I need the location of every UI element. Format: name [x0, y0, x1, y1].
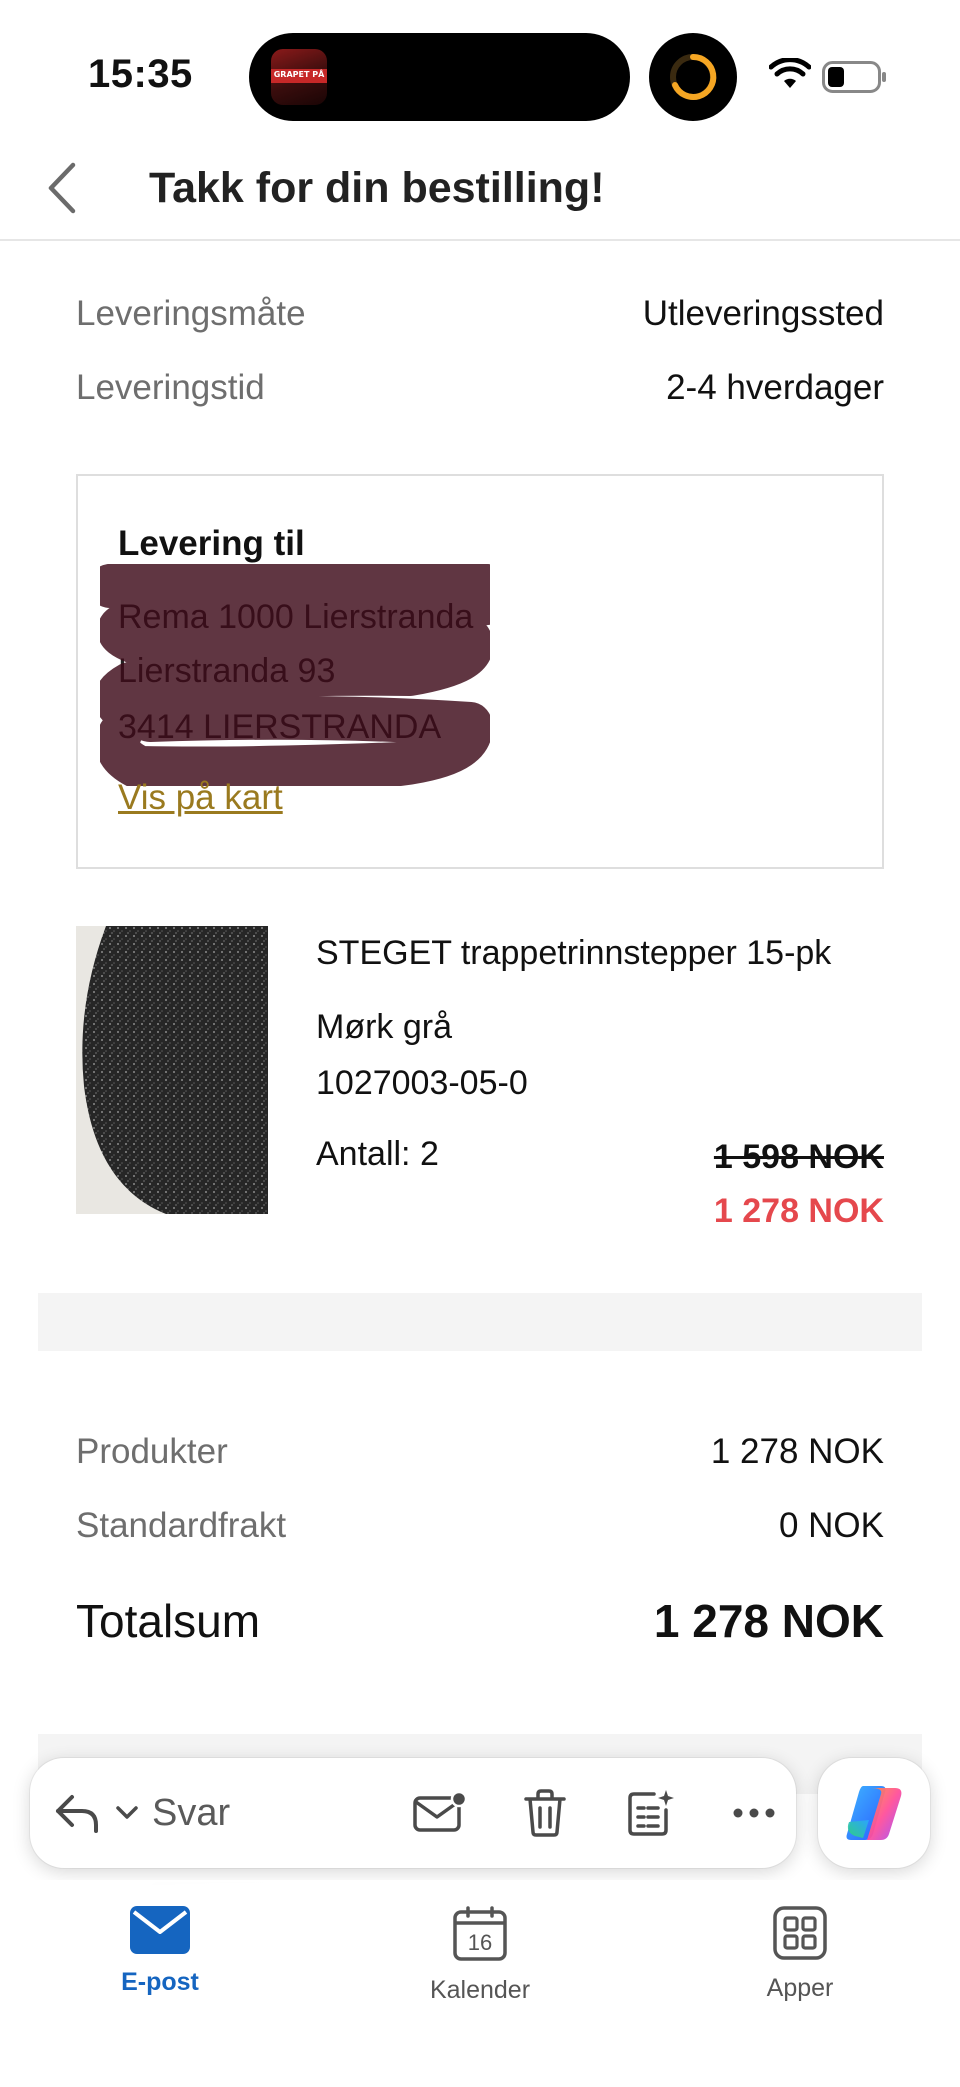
products-label: Produkter: [76, 1432, 228, 1471]
copilot-icon: [846, 1786, 902, 1840]
mail-icon: [130, 1906, 190, 1954]
live-activity-app-icon[interactable]: GRAPET PÅ: [271, 49, 327, 105]
delivery-time-row: Leveringstid 2-4 hverdager: [76, 368, 884, 408]
tab-email[interactable]: E-post: [60, 1906, 260, 1997]
reply-icon: [56, 1795, 98, 1833]
trash-icon: [524, 1789, 566, 1837]
delivery-time-label: Leveringstid: [76, 368, 265, 407]
calendar-icon: 16: [453, 1906, 507, 1961]
delivery-method-label: Leveringsmåte: [76, 294, 306, 333]
shipping-value: 0 NOK: [778, 1506, 884, 1545]
tab-calendar[interactable]: 16 Kalender: [380, 1906, 580, 2005]
delivery-time-value: 2-4 hverdager: [666, 368, 884, 407]
delivery-method-row: Leveringsmåte Utleveringssted: [76, 294, 884, 334]
product-name[interactable]: STEGET trappetrinnstepper 15-pk: [316, 934, 831, 973]
back-button[interactable]: [32, 158, 92, 218]
email-action-bar: Svar: [30, 1758, 796, 1868]
section-divider: [38, 1293, 922, 1351]
show-on-map-link[interactable]: Vis på kart: [118, 778, 283, 818]
dynamic-island: GRAPET PÅ: [249, 33, 630, 121]
summary-icon: [628, 1790, 674, 1836]
email-subject: Takk for din bestilling!: [149, 164, 605, 212]
more-button[interactable]: [714, 1758, 794, 1868]
bottom-tab-bar: E-post 16 Kalender Apper: [0, 1880, 960, 2087]
chevron-down-icon[interactable]: [110, 1798, 144, 1828]
delivery-method-value: Utleveringssted: [642, 294, 884, 333]
wifi-icon: [769, 58, 811, 88]
copilot-button[interactable]: [818, 1758, 930, 1868]
product-image[interactable]: [76, 926, 268, 1214]
live-activity-app-text: GRAPET PÅ: [273, 70, 325, 79]
products-value: 1 278 NOK: [710, 1432, 884, 1471]
original-price: 1 598 NOK: [713, 1138, 884, 1176]
redaction-scribble: [100, 564, 490, 786]
sale-price: 1 278 NOK: [713, 1192, 884, 1230]
reply-button[interactable]: Svar: [52, 1758, 282, 1868]
product-color: Mørk grå: [316, 1008, 452, 1046]
shipping-row: Standardfrakt 0 NOK: [76, 1506, 884, 1546]
delivery-to-title: Levering til: [118, 524, 305, 563]
mark-unread-button[interactable]: [400, 1758, 480, 1868]
status-time: 15:35: [88, 52, 193, 96]
total-value: 1 278 NOK: [653, 1595, 884, 1647]
total-label: Totalsum: [76, 1595, 261, 1647]
mark-unread-icon: [413, 1790, 468, 1832]
reply-label: Svar: [152, 1791, 231, 1834]
tab-apps[interactable]: Apper: [700, 1906, 900, 2003]
shipping-label: Standardfrakt: [76, 1506, 287, 1545]
total-row: Totalsum 1 278 NOK: [76, 1594, 884, 1648]
calendar-day: 16: [468, 1930, 492, 1955]
delete-button[interactable]: [505, 1758, 585, 1868]
tab-email-label: E-post: [121, 1968, 199, 1996]
products-sum-row: Produkter 1 278 NOK: [76, 1432, 884, 1472]
tab-calendar-label: Kalender: [429, 1976, 531, 2004]
battery-icon: [822, 61, 886, 93]
apps-icon: [773, 1906, 827, 1960]
delivery-address-box: Levering til Rema 1000 Lierstranda Liers…: [76, 474, 884, 869]
product-quantity: Antall: 2: [316, 1135, 439, 1173]
email-header: Takk for din bestilling!: [0, 130, 960, 241]
product-sku: 1027003-05-0: [316, 1064, 528, 1102]
live-activity-timer-icon[interactable]: [649, 33, 737, 121]
chevron-left-icon: [48, 162, 76, 214]
more-icon: [733, 1808, 775, 1818]
tab-apps-label: Apper: [766, 1974, 834, 2002]
summarize-button[interactable]: [610, 1758, 690, 1868]
